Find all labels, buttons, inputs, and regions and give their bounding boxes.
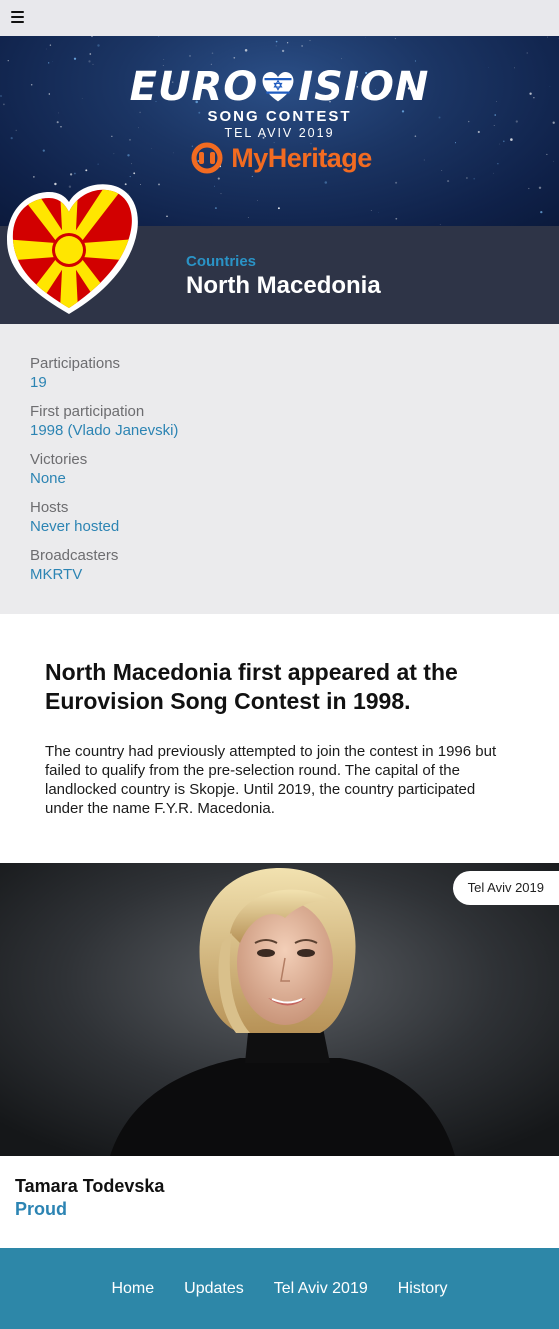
fact-broadcasters: Broadcasters MKRTV bbox=[30, 546, 529, 584]
fact-value[interactable]: 1998 (Vlado Janevski) bbox=[30, 421, 529, 440]
entry-details: Tamara Todevska Proud bbox=[0, 1156, 559, 1248]
star-dot bbox=[324, 181, 328, 184]
star-dot bbox=[214, 185, 215, 187]
star-dot bbox=[140, 184, 141, 185]
logo-city: TEL AVIV 2019 bbox=[224, 126, 335, 140]
star-dot bbox=[394, 38, 396, 40]
star-dot bbox=[89, 53, 92, 55]
star-dot bbox=[257, 200, 258, 201]
star-dot bbox=[526, 52, 528, 54]
fact-value[interactable]: MKRTV bbox=[30, 565, 529, 584]
star-dot bbox=[91, 36, 93, 38]
eurovision-wordmark: EURO ISION bbox=[130, 64, 430, 110]
star-dot bbox=[439, 223, 441, 225]
star-dot bbox=[275, 40, 278, 43]
star-dot bbox=[370, 210, 372, 211]
fact-label: First participation bbox=[30, 403, 145, 420]
fact-hosts: Hosts Never hosted bbox=[30, 498, 529, 536]
star-dot bbox=[301, 45, 303, 47]
star-dot bbox=[163, 59, 165, 60]
star-dot bbox=[378, 212, 379, 214]
logo-word-right: ISION bbox=[298, 64, 430, 110]
eurovision-logo[interactable]: EURO ISION SONG CONTEST TEL AVIV 2019 My… bbox=[0, 64, 559, 179]
star-dot bbox=[211, 52, 214, 54]
top-bar bbox=[0, 0, 559, 36]
star-dot bbox=[540, 210, 543, 214]
star-dot bbox=[277, 207, 280, 210]
edition-badge[interactable]: Tel Aviv 2019 bbox=[452, 871, 559, 905]
fact-first-participation: First participation 1998 (Vlado Janevski… bbox=[30, 402, 529, 440]
star-dot bbox=[158, 36, 160, 37]
fact-label: Broadcasters bbox=[30, 547, 119, 564]
star-dot bbox=[244, 49, 248, 52]
intro-heading: North Macedonia first appeared at the Eu… bbox=[45, 659, 458, 714]
israel-heart-icon bbox=[262, 72, 294, 102]
breadcrumb-countries[interactable]: Countries bbox=[186, 253, 256, 270]
sponsor-logo[interactable]: MyHeritage bbox=[187, 142, 372, 174]
page-title: North Macedonia bbox=[186, 272, 381, 299]
star-dot bbox=[538, 186, 542, 190]
star-dot bbox=[88, 60, 91, 63]
footer-link-updates[interactable]: Updates bbox=[184, 1280, 244, 1298]
fact-label: Participations bbox=[30, 355, 121, 372]
star-dot bbox=[73, 57, 77, 60]
entry-photo[interactable]: Tel Aviv 2019 bbox=[0, 863, 559, 1156]
footer-link-tel-aviv-2019[interactable]: Tel Aviv 2019 bbox=[274, 1280, 368, 1298]
logo-word-left: EURO bbox=[129, 64, 259, 110]
fact-label: Hosts bbox=[30, 499, 69, 516]
country-facts: Participations 19 First participation 19… bbox=[0, 324, 559, 614]
star-dot bbox=[189, 54, 191, 57]
country-header: Countries North Macedonia bbox=[0, 184, 559, 324]
hamburger-menu-icon[interactable] bbox=[11, 11, 24, 23]
myheritage-icon bbox=[191, 142, 223, 174]
fact-value: Never hosted bbox=[30, 518, 120, 535]
star-dot bbox=[395, 217, 398, 220]
country-intro: North Macedonia first appeared at the Eu… bbox=[0, 614, 559, 863]
star-dot bbox=[414, 60, 416, 62]
star-dot bbox=[309, 40, 311, 42]
star-dot bbox=[286, 42, 289, 44]
star-dot bbox=[214, 207, 217, 210]
logo-subtitle: SONG CONTEST bbox=[207, 108, 352, 125]
intro-body: The country had previously attempted to … bbox=[45, 743, 497, 817]
star-dot bbox=[7, 60, 9, 62]
star-dot bbox=[220, 193, 222, 195]
star-dot bbox=[166, 215, 168, 218]
sponsor-name: MyHeritage bbox=[231, 142, 372, 173]
fact-value: None bbox=[30, 470, 66, 487]
star-dot bbox=[275, 45, 277, 47]
footer-link-home[interactable]: Home bbox=[111, 1280, 154, 1298]
artist-name[interactable]: Tamara Todevska bbox=[15, 1176, 544, 1197]
fact-label: Victories bbox=[30, 451, 88, 468]
star-dot bbox=[395, 181, 398, 184]
star-dot bbox=[528, 187, 530, 190]
footer-nav: Home Updates Tel Aviv 2019 History bbox=[0, 1248, 559, 1329]
north-macedonia-heart-flag-icon bbox=[7, 184, 138, 314]
star-dot bbox=[158, 183, 160, 186]
artist-portrait-image bbox=[0, 863, 559, 1156]
star-dot bbox=[97, 44, 100, 47]
star-dot bbox=[45, 48, 47, 50]
fact-participations: Participations 19 bbox=[30, 354, 529, 392]
star-dot bbox=[233, 56, 236, 59]
fact-value: 19 bbox=[30, 374, 47, 391]
star-dot bbox=[247, 217, 249, 219]
star-dot bbox=[341, 58, 342, 60]
star-dot bbox=[281, 49, 285, 53]
star-dot bbox=[447, 180, 450, 183]
star-dot bbox=[546, 36, 548, 38]
fact-victories: Victories None bbox=[30, 450, 529, 488]
star-dot bbox=[49, 44, 52, 46]
song-title[interactable]: Proud bbox=[15, 1199, 544, 1220]
footer-link-history[interactable]: History bbox=[398, 1280, 448, 1298]
